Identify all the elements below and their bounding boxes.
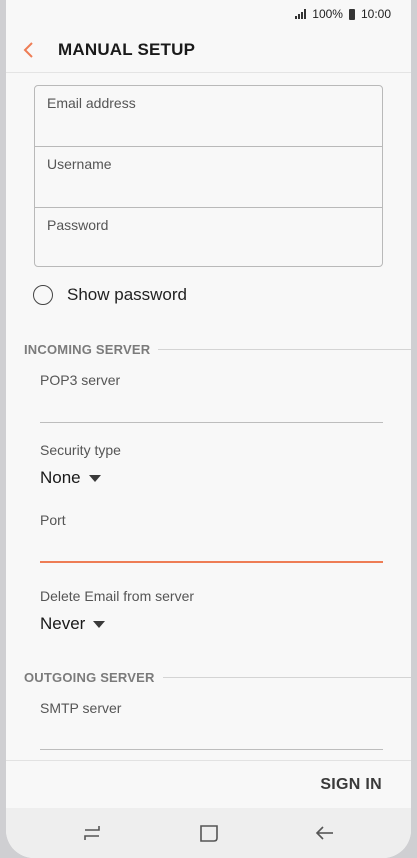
delete-email-label: Delete Email from server xyxy=(40,588,195,604)
username-field-label: Username xyxy=(47,156,112,172)
password-field[interactable]: Password xyxy=(35,207,382,267)
port-label[interactable]: Port xyxy=(40,512,66,528)
pop3-server-input-line[interactable] xyxy=(40,422,383,423)
navigation-bar xyxy=(6,808,411,858)
show-password-radio[interactable] xyxy=(33,285,53,305)
screen: 100% 10:00 MANUAL SETUP Email address Us… xyxy=(6,0,411,858)
clock: 10:00 xyxy=(360,7,391,21)
account-field-group: Email address Username Password xyxy=(34,85,383,267)
caret-down-icon xyxy=(88,474,101,482)
incoming-server-heading: INCOMING SERVER xyxy=(24,342,151,357)
app-bar: MANUAL SETUP xyxy=(6,28,411,72)
page-title: MANUAL SETUP xyxy=(58,40,196,59)
password-field-label: Password xyxy=(47,217,109,233)
security-type-label: Security type xyxy=(40,442,121,458)
battery-percent: 100% xyxy=(312,7,343,21)
show-password-label: Show password xyxy=(67,285,188,304)
sign-in-button[interactable]: SIGN IN xyxy=(320,776,382,794)
port-input-line[interactable] xyxy=(40,561,383,563)
signal-icon xyxy=(295,9,307,19)
back-icon[interactable] xyxy=(314,822,336,844)
smtp-server-input-line[interactable] xyxy=(40,749,383,750)
back-arrow-icon[interactable] xyxy=(20,40,40,60)
caret-down-icon xyxy=(93,620,106,628)
outgoing-server-header: OUTGOING SERVER xyxy=(24,670,411,685)
outgoing-server-heading: OUTGOING SERVER xyxy=(24,670,155,685)
section-divider xyxy=(158,349,411,350)
show-password-option[interactable]: Show password xyxy=(33,285,187,305)
username-field[interactable]: Username xyxy=(35,146,382,206)
home-icon[interactable] xyxy=(198,822,220,844)
battery-icon xyxy=(348,8,355,20)
section-divider xyxy=(162,677,411,678)
pop3-server-label[interactable]: POP3 server xyxy=(40,372,120,388)
action-bar-divider xyxy=(6,760,411,761)
incoming-server-header: INCOMING SERVER xyxy=(24,342,411,357)
status-bar: 100% 10:00 xyxy=(6,0,411,28)
delete-email-value: Never xyxy=(40,614,86,633)
email-field-label: Email address xyxy=(47,95,136,111)
email-field[interactable]: Email address xyxy=(35,86,382,146)
app-bar-divider xyxy=(6,72,411,73)
delete-email-dropdown[interactable]: Never xyxy=(40,614,106,634)
smtp-server-label[interactable]: SMTP server xyxy=(40,700,121,716)
recents-icon[interactable] xyxy=(81,822,103,844)
device-frame: 100% 10:00 MANUAL SETUP Email address Us… xyxy=(0,0,417,858)
security-type-value: None xyxy=(40,468,81,487)
security-type-dropdown[interactable]: None xyxy=(40,468,101,488)
